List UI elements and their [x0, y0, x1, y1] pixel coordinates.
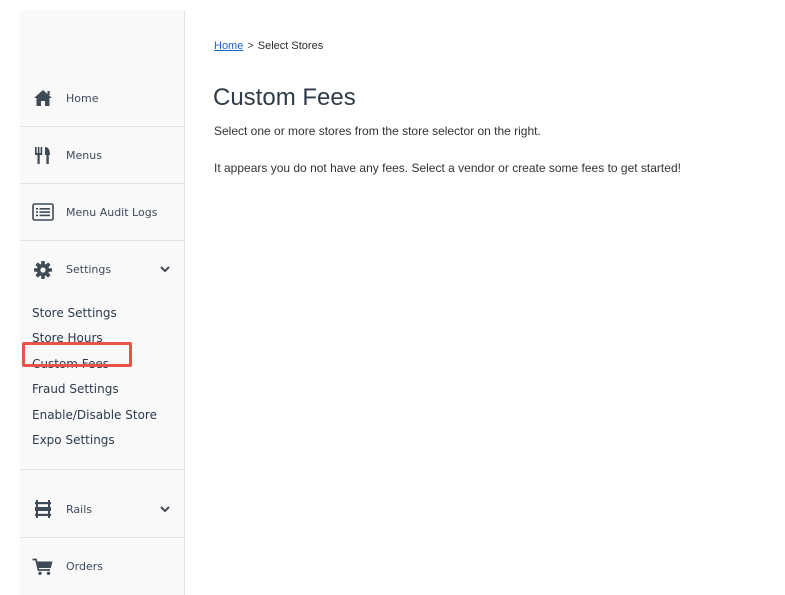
sidebar-item-label: Menu Audit Logs	[66, 205, 158, 219]
home-icon	[32, 88, 54, 108]
sidebar: Home Menus Menu Audit Logs Settings Stor…	[20, 10, 185, 595]
breadcrumb: Home > Select Stores	[214, 40, 323, 52]
sidebar-item-menu-audit-logs[interactable]: Menu Audit Logs	[20, 184, 185, 241]
sidebar-item-label: Menus	[66, 148, 102, 162]
breadcrumb-current: Select Stores	[257, 40, 324, 52]
submenu-item-store-hours[interactable]: Store Hours	[32, 331, 103, 345]
store-selector-instruction: Select one or more stores from the store…	[214, 124, 541, 138]
cart-icon	[32, 557, 54, 577]
sidebar-item-orders[interactable]: Orders	[20, 538, 185, 595]
sidebar-item-label: Settings	[66, 263, 112, 276]
rails-icon	[32, 499, 54, 519]
sidebar-item-settings[interactable]: Settings	[20, 241, 185, 298]
page-title: Custom Fees	[213, 84, 356, 111]
sidebar-item-label: Rails	[66, 502, 92, 516]
sidebar-item-menus[interactable]: Menus	[20, 127, 185, 184]
submenu-item-store-settings[interactable]: Store Settings	[32, 306, 117, 320]
sidebar-item-rails[interactable]: Rails	[20, 481, 185, 538]
gear-icon	[32, 260, 54, 280]
submenu-item-fraud-settings[interactable]: Fraud Settings	[32, 382, 119, 396]
sidebar-item-label: Orders	[66, 560, 103, 573]
breadcrumb-home-link[interactable]: Home	[214, 40, 243, 52]
submenu-item-custom-fees[interactable]: Custom Fees	[32, 357, 109, 371]
list-icon	[32, 202, 54, 222]
utensils-icon	[32, 145, 54, 165]
chevron-down-icon[interactable]	[159, 265, 171, 275]
submenu-item-expo-settings[interactable]: Expo Settings	[32, 433, 115, 447]
settings-submenu: Store Settings Store Hours Custom Fees F…	[20, 298, 185, 470]
breadcrumb-separator: >	[247, 40, 254, 52]
chevron-down-icon[interactable]	[159, 504, 171, 514]
submenu-item-enable-disable-store[interactable]: Enable/Disable Store	[32, 408, 157, 422]
empty-state-message: It appears you do not have any fees. Sel…	[214, 161, 681, 175]
sidebar-item-label: Home	[66, 91, 99, 105]
sidebar-item-home[interactable]: Home	[20, 70, 185, 127]
